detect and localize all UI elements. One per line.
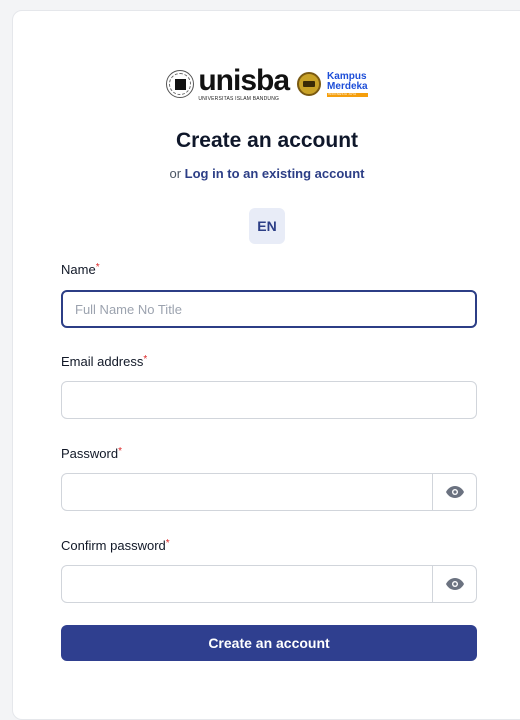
required-mark: * — [118, 446, 122, 457]
password-label: Password* — [61, 446, 122, 461]
university-seal-logo — [166, 70, 195, 98]
kampus-merdeka-strip: INDONESIA JAYA — [327, 92, 368, 97]
kampus-merdeka-logo: Kampus Merdeka INDONESIA JAYA — [327, 70, 368, 97]
partner-badge-icon — [297, 72, 322, 96]
language-toggle-button[interactable]: EN — [249, 208, 285, 244]
brand-subtitle: UNIVERSITAS ISLAM BANDUNG — [198, 96, 280, 102]
confirm-password-field[interactable] — [61, 565, 477, 603]
page-title: Create an account — [175, 129, 359, 152]
brand-name: unisba — [198, 64, 290, 97]
required-mark: * — [143, 354, 148, 365]
confirm-password-input[interactable] — [62, 566, 432, 602]
email-label-text: Email address — [61, 354, 144, 369]
create-account-button[interactable]: Create an account — [61, 625, 477, 661]
email-label: Email address* — [61, 354, 147, 369]
signup-card: unisba UNIVERSITAS ISLAM BANDUNG Kampus … — [12, 10, 520, 720]
logo-row: unisba UNIVERSITAS ISLAM BANDUNG Kampus … — [13, 66, 520, 102]
name-label-text: Name — [61, 262, 96, 277]
confirm-password-label: Confirm password* — [61, 538, 170, 553]
kampus-merdeka-line2: Merdeka — [327, 80, 368, 92]
name-input[interactable] — [63, 292, 475, 326]
eye-icon — [445, 486, 464, 498]
required-mark: * — [95, 262, 100, 273]
seal-emblem-icon — [174, 78, 186, 90]
password-visibility-toggle[interactable] — [432, 474, 476, 510]
email-input[interactable] — [62, 382, 476, 418]
login-prompt-prefix: or — [169, 166, 182, 181]
confirm-password-label-text: Confirm password — [61, 538, 166, 553]
password-field[interactable] — [61, 473, 477, 511]
kampus-merdeka-line1: Kampus — [327, 70, 367, 82]
login-link[interactable]: Log in to an existing account — [185, 166, 365, 181]
confirm-password-visibility-toggle[interactable] — [432, 566, 476, 602]
login-prompt: or Log in to an existing account — [13, 166, 520, 181]
eye-icon — [445, 578, 464, 590]
name-label: Name* — [61, 262, 100, 277]
password-input[interactable] — [62, 474, 432, 510]
name-field[interactable] — [61, 290, 477, 328]
email-field[interactable] — [61, 381, 477, 419]
required-mark: * — [165, 538, 170, 549]
brand-logo: unisba UNIVERSITAS ISLAM BANDUNG — [198, 64, 290, 102]
password-label-text: Password — [61, 446, 119, 461]
